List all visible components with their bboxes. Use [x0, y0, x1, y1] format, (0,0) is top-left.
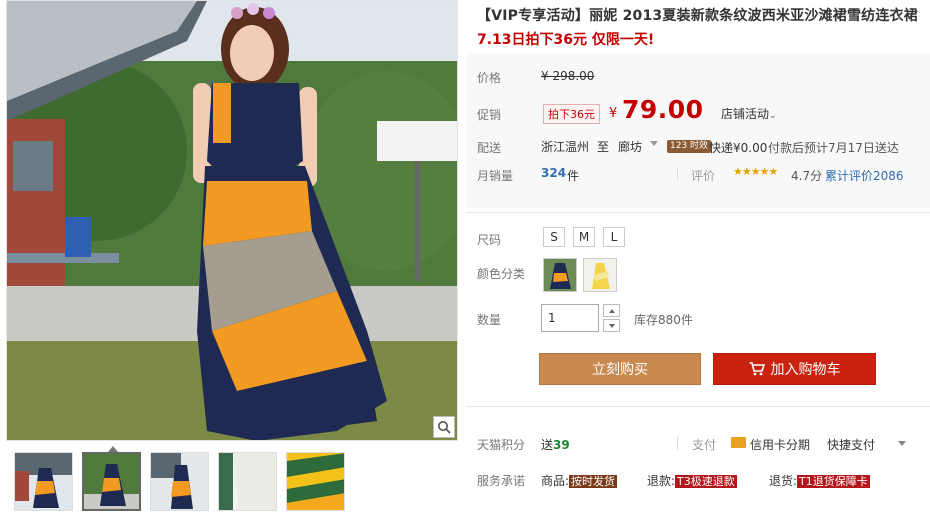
- chevron-down-icon: ⌄: [769, 111, 777, 121]
- thumbnail-1[interactable]: [14, 452, 73, 511]
- service-on-time-delivery[interactable]: 商品: 按时发货: [541, 472, 618, 489]
- add-to-cart-button[interactable]: 加入购物车: [713, 353, 876, 385]
- stock-count: 库存880件: [634, 313, 693, 327]
- ship-to-word: 至: [597, 140, 610, 154]
- thumbnail-image: [15, 453, 72, 510]
- service-tag: T3极速退款: [675, 475, 737, 488]
- points-value: 送39: [541, 436, 570, 453]
- size-option-s[interactable]: S: [543, 227, 565, 247]
- shop-activity-label: 店铺活动: [721, 107, 770, 121]
- dress-photo: [7, 1, 457, 440]
- caret-down-icon[interactable]: [650, 141, 658, 146]
- express-fee: 快递¥0.00: [709, 141, 768, 155]
- monthly-sales-label: 月销量: [477, 169, 514, 183]
- thumbnail-3[interactable]: [150, 452, 209, 511]
- service-return-guarantee[interactable]: 退货: T1退货保障卡: [769, 472, 870, 489]
- buy-now-button[interactable]: 立刻购买: [539, 353, 701, 385]
- points-label: 天猫积分: [477, 438, 526, 452]
- chevron-up-icon: [608, 308, 615, 313]
- installment-payment-option[interactable]: 信用卡分期: [750, 436, 810, 453]
- currency-symbol: ¥: [609, 106, 618, 121]
- monthly-sales-unit: 件: [567, 169, 580, 183]
- divider: [677, 437, 678, 450]
- divider: [466, 406, 930, 407]
- monthly-sales-count: 324: [541, 166, 567, 180]
- rating-score: 4.7分: [791, 169, 823, 183]
- color-option-striped[interactable]: [543, 258, 577, 292]
- quantity-decrease-button[interactable]: [603, 319, 620, 332]
- promo-tag: 拍下36元: [543, 104, 600, 124]
- thumbnail-image: [219, 453, 276, 510]
- zoom-button[interactable]: [433, 416, 455, 438]
- quantity-label: 数量: [477, 313, 502, 327]
- thumbnail-4[interactable]: [218, 452, 277, 511]
- color-options: [543, 258, 617, 292]
- service-prefix: 退货:: [769, 474, 798, 488]
- review-count-link[interactable]: 累计评价2086: [825, 167, 904, 184]
- points-amount: 39: [553, 438, 570, 452]
- original-price: ¥ 298.00: [541, 69, 595, 83]
- add-to-cart-label: 加入购物车: [770, 362, 841, 378]
- promo-label: 促销: [477, 108, 502, 122]
- payment-label: 支付: [692, 438, 717, 452]
- ship-from: 浙江温州: [541, 140, 590, 154]
- thumbnail-strip: [14, 452, 345, 511]
- star-rating: ★★★★★: [733, 165, 778, 178]
- service-tag: T1退货保障卡: [797, 475, 870, 488]
- divider: [466, 212, 930, 213]
- credit-card-icon: [731, 437, 746, 448]
- shipping-label: 配送: [477, 141, 502, 155]
- color-label: 颜色分类: [477, 267, 526, 281]
- service-fast-refund[interactable]: 退款: T3极速退款: [647, 472, 737, 489]
- size-option-l[interactable]: L: [603, 227, 625, 247]
- thumbnail-5[interactable]: [286, 452, 345, 511]
- price-label: 价格: [477, 71, 502, 85]
- caret-down-icon[interactable]: [898, 441, 906, 446]
- service-tag: 按时发货: [569, 475, 618, 488]
- color-option-yellow[interactable]: [583, 258, 617, 292]
- quick-payment-option[interactable]: 快捷支付: [827, 436, 875, 453]
- magnifier-icon: [438, 421, 451, 434]
- cart-icon: [749, 362, 765, 376]
- thumbnail-image: [287, 453, 344, 510]
- size-options: S M L: [543, 227, 625, 247]
- rating-label: 评价: [691, 169, 716, 183]
- size-label: 尺码: [477, 233, 502, 247]
- swatch-image: [584, 259, 616, 291]
- product-title: 【VIP专享活动】丽妮 2013夏装新款条纹波西米亚沙滩裙雪纺连衣裙: [477, 8, 918, 24]
- service-label: 服务承诺: [477, 474, 526, 488]
- points-prefix: 送: [541, 438, 554, 452]
- size-option-m[interactable]: M: [573, 227, 595, 247]
- delivery-time-badge: 123 时效: [667, 140, 712, 153]
- divider: [677, 167, 678, 180]
- sale-price: 79.00: [622, 95, 704, 124]
- price-box: [466, 53, 930, 208]
- service-prefix: 商品:: [541, 474, 570, 488]
- promo-line: 7.13日拍下36元 仅限一天!: [477, 32, 655, 48]
- thumbnail-image: [151, 453, 208, 510]
- thumbnail-2[interactable]: [82, 452, 141, 511]
- destination-city-selector[interactable]: 廊坊: [618, 138, 642, 155]
- main-product-image[interactable]: [6, 0, 458, 441]
- delivery-estimate: 付款后预计7月17日送达: [768, 141, 899, 155]
- service-prefix: 退款:: [647, 474, 676, 488]
- quantity-input[interactable]: [541, 304, 599, 332]
- swatch-image: [544, 259, 576, 291]
- quantity-increase-button[interactable]: [603, 304, 620, 317]
- thumbnail-image: [84, 454, 139, 509]
- shop-activity-dropdown[interactable]: 店铺活动⌄: [721, 105, 777, 122]
- chevron-down-icon: [608, 323, 615, 328]
